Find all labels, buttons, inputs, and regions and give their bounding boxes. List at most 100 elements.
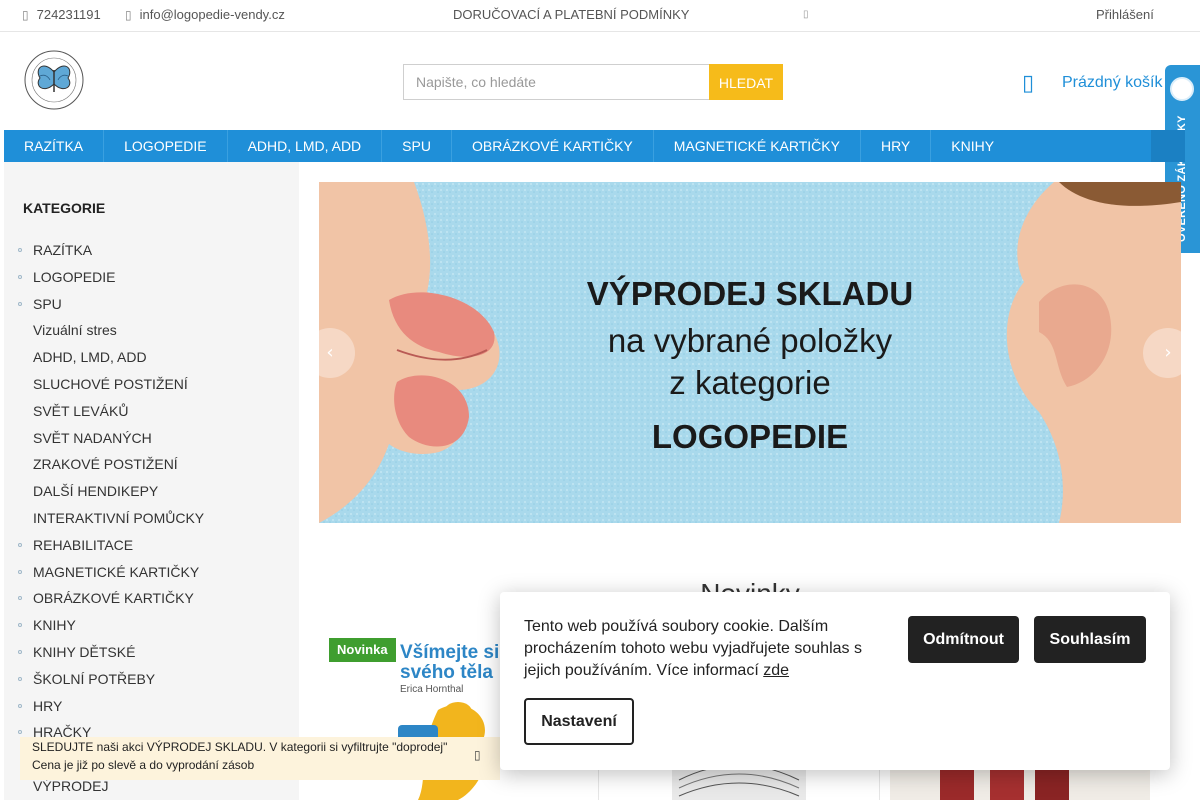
nav-item-adhd[interactable]: ADHD, LMD, ADD bbox=[228, 130, 383, 162]
sidebar-title: KATEGORIE bbox=[23, 200, 106, 216]
cookie-consent-dialog: Tento web používá soubory cookie. Dalším… bbox=[500, 592, 1170, 770]
banner-next-arrow-icon[interactable]: › bbox=[1143, 328, 1193, 378]
sidebar-category-item[interactable]: KNIHY DĚTSKÉ bbox=[4, 639, 299, 666]
sidebar-category-label: RAZÍTKA bbox=[33, 242, 93, 258]
site-logo[interactable] bbox=[24, 50, 84, 110]
butterfly-logo-icon bbox=[24, 50, 84, 110]
sidebar-category-label: KNIHY DĚTSKÉ bbox=[33, 643, 136, 660]
category-list: RAZÍTKA LOGOPEDIE SPU Vizuální stres ADHD, L… bbox=[4, 237, 299, 800]
sidebar-category-label: LOGOPEDIE bbox=[33, 268, 116, 285]
nav-more-button[interactable] bbox=[1151, 130, 1185, 162]
sidebar-category-label: DALŠÍ HENDIKEPY bbox=[33, 483, 159, 500]
sidebar-category-label: SPU bbox=[33, 295, 62, 312]
nav-item-knihy[interactable]: KNIHY bbox=[931, 130, 1014, 162]
sidebar-category-item[interactable]: ŠKOLNÍ POTŘEBY bbox=[4, 666, 299, 693]
banner-headline: VÝPRODEJ SKLADU bbox=[586, 275, 914, 312]
sidebar-category-item[interactable]: SVĚT LEVÁKŮ bbox=[4, 398, 299, 425]
bullet-icon bbox=[18, 274, 22, 279]
sidebar-category-label: KNIHY bbox=[33, 617, 76, 634]
promo-notice: SLEDUJTE naši akci VÝPRODEJ SKLADU. V ka… bbox=[20, 737, 500, 780]
sidebar-category-label: MAGNETICKÉ KARTIČKY bbox=[33, 563, 200, 580]
login-link[interactable]: Přihlášení bbox=[1096, 0, 1154, 32]
sidebar-category-label: ŠKOLNÍ POTŘEBY bbox=[33, 670, 156, 687]
nav-item-obrazkove-karticky[interactable]: OBRÁZKOVÉ KARTIČKY bbox=[452, 130, 654, 162]
nav-item-spu[interactable]: SPU bbox=[382, 130, 452, 162]
bullet-icon bbox=[18, 542, 22, 547]
cookie-decline-button[interactable]: Odmítnout bbox=[908, 616, 1019, 663]
sidebar-category-label: REHABILITACE bbox=[33, 536, 134, 553]
sidebar-category-item[interactable]: SVĚT NADANÝCH bbox=[4, 425, 299, 452]
nav-item-hry[interactable]: HRY bbox=[861, 130, 932, 162]
sidebar-category-item[interactable]: KNIHY bbox=[4, 612, 299, 639]
sidebar-category-item[interactable]: MAGNETICKÉ KARTIČKY bbox=[4, 559, 299, 586]
delivery-terms-link[interactable]: DORUČOVACÍ A PLATEBNÍ PODMÍNKY bbox=[453, 0, 689, 32]
nav-item-razitka[interactable]: RAZÍTKA bbox=[4, 130, 105, 162]
cart-icon: ▯ bbox=[1022, 70, 1035, 96]
sidebar-category-label: SLUCHOVÉ POSTIŽENÍ bbox=[33, 375, 188, 392]
email-address: info@logopedie-vendy.cz bbox=[139, 7, 285, 22]
search-input[interactable] bbox=[403, 64, 709, 100]
sidebar-category-label: VÝPRODEJ bbox=[33, 777, 109, 794]
sidebar-category-item[interactable]: INTERAKTIVNÍ POMŮCKY bbox=[4, 505, 299, 532]
sidebar-category-item[interactable]: ADHD, LMD, ADD bbox=[4, 344, 299, 371]
cart-label: Prázdný košík bbox=[1062, 74, 1163, 91]
sidebar-category-item[interactable]: SLUCHOVÉ POSTIŽENÍ bbox=[4, 371, 299, 398]
cookie-settings-button[interactable]: Nastavení bbox=[524, 698, 634, 745]
book-author: Erica Hornthal bbox=[400, 684, 464, 695]
nav-item-logopedie[interactable]: LOGOPEDIE bbox=[104, 130, 228, 162]
sidebar-category-label: ZRAKOVÉ POSTIŽENÍ bbox=[33, 456, 178, 473]
social-icon[interactable]: ▯ bbox=[803, 0, 809, 32]
sidebar-category-label: HRY bbox=[33, 697, 63, 714]
book-title-line-2: svého těla bbox=[400, 662, 493, 683]
banner-prev-arrow-icon[interactable]: ‹ bbox=[305, 328, 355, 378]
close-icon[interactable]: ▯ bbox=[474, 748, 481, 762]
heureka-icon bbox=[1170, 77, 1194, 101]
search-button[interactable]: HLEDAT bbox=[709, 64, 783, 100]
banner-category: LOGOPEDIE bbox=[651, 418, 849, 455]
sidebar-category-item[interactable]: HRY bbox=[4, 693, 299, 720]
cookie-message: Tento web používá soubory cookie. Dalším… bbox=[524, 616, 884, 682]
sidebar-category-item[interactable]: DALŠÍ HENDIKEPY bbox=[4, 478, 299, 505]
cookie-more-info-link[interactable]: zde bbox=[763, 662, 789, 679]
phone-number: 724231191 bbox=[36, 7, 101, 22]
sidebar-category-label: Vizuální stres bbox=[33, 322, 117, 339]
bullet-icon bbox=[18, 649, 22, 654]
sidebar-category-item[interactable]: ZRAKOVÉ POSTIŽENÍ bbox=[4, 451, 299, 478]
banner-line-3: z kategorie bbox=[669, 364, 831, 401]
hero-banner[interactable]: VÝPRODEJ SKLADU na vybrané položky z kat… bbox=[319, 182, 1181, 523]
sidebar-category-label: SVĚT LEVÁKŮ bbox=[33, 402, 129, 419]
cookie-accept-button[interactable]: Souhlasím bbox=[1034, 616, 1146, 663]
new-product-badge: Novinka bbox=[329, 638, 396, 662]
nav-item-magneticke-karticky[interactable]: MAGNETICKÉ KARTIČKY bbox=[654, 130, 861, 162]
sidebar-category-item[interactable]: REHABILITACE bbox=[4, 532, 299, 559]
bullet-icon bbox=[18, 569, 22, 574]
bullet-icon bbox=[18, 623, 22, 628]
main-nav: RAZÍTKA LOGOPEDIE ADHD, LMD, ADD SPU OBR… bbox=[4, 130, 1185, 162]
sidebar-category-item[interactable]: RAZÍTKA bbox=[4, 237, 299, 264]
email-link[interactable]: ▯ info@logopedie-vendy.cz bbox=[125, 0, 285, 32]
phone-icon: ▯ bbox=[22, 8, 29, 22]
top-bar: ▯ 724231191 ▯ info@logopedie-vendy.cz DORU… bbox=[0, 0, 1200, 32]
bullet-icon bbox=[18, 703, 22, 708]
phone-link[interactable]: ▯ 724231191 bbox=[22, 0, 101, 32]
search-form: HLEDAT bbox=[403, 64, 783, 100]
bullet-icon bbox=[18, 248, 22, 252]
promo-line-1: SLEDUJTE naši akci VÝPRODEJ SKLADU. V ka… bbox=[32, 740, 448, 754]
cookie-text: Tento web používá soubory cookie. Dalším… bbox=[524, 618, 862, 679]
category-sidebar: KATEGORIE RAZÍTKA LOGOPEDIE SPU Vizuální st… bbox=[4, 162, 299, 800]
sidebar-category-label: OBRÁZKOVÉ KARTIČKY bbox=[33, 590, 194, 607]
bullet-icon bbox=[18, 301, 22, 306]
sidebar-category-item[interactable]: SPU bbox=[4, 291, 299, 318]
sidebar-category-item[interactable]: LOGOPEDIE bbox=[4, 264, 299, 291]
sidebar-category-label: INTERAKTIVNÍ POMŮCKY bbox=[33, 509, 205, 526]
bullet-icon bbox=[18, 676, 22, 681]
bullet-icon bbox=[18, 596, 22, 601]
bullet-icon bbox=[18, 730, 22, 735]
promo-line-2: Cena je již po slevě a do vyprodání záso… bbox=[32, 758, 255, 772]
banner-line-2: na vybrané položky bbox=[607, 322, 893, 359]
sidebar-category-item[interactable]: OBRÁZKOVÉ KARTIČKY bbox=[4, 585, 299, 612]
sidebar-category-item[interactable]: Vizuální stres bbox=[4, 317, 299, 344]
sidebar-category-label: SVĚT NADANÝCH bbox=[33, 429, 152, 446]
cart-link[interactable]: ▯ Prázdný košík bbox=[1022, 68, 1162, 98]
sidebar-category-label: ADHD, LMD, ADD bbox=[33, 349, 147, 366]
